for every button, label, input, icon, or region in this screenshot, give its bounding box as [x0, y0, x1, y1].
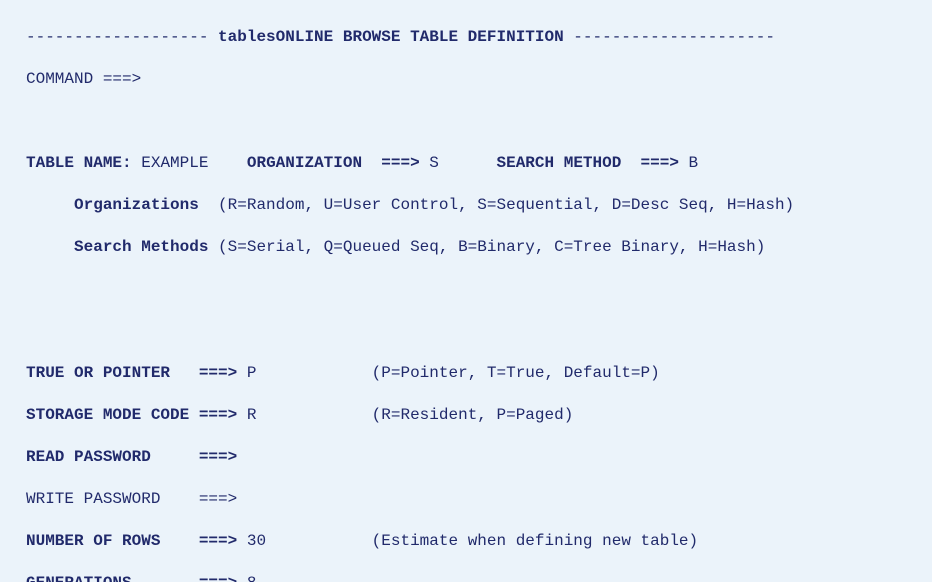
number-of-rows-input[interactable] — [247, 531, 305, 552]
organizations-legend-hint: (R=Random, U=User Control, S=Sequential,… — [199, 196, 794, 214]
command-input[interactable] — [151, 69, 727, 90]
organizations-legend-label: Organizations — [74, 196, 199, 214]
organization-label: ORGANIZATION ===> — [247, 154, 420, 172]
generations-input[interactable] — [247, 573, 305, 582]
storage-mode-input[interactable] — [247, 405, 305, 426]
storage-mode-hint: (R=Resident, P=Paged) — [372, 406, 574, 424]
organization-input[interactable] — [429, 153, 458, 174]
write-password-label: WRITE PASSWORD ===> — [26, 490, 237, 508]
table-name-label: TABLE NAME: — [26, 154, 132, 172]
write-password-input[interactable] — [247, 489, 305, 510]
number-of-rows-label: NUMBER OF ROWS ===> — [26, 532, 237, 550]
true-or-pointer-hint: (P=Pointer, T=True, Default=P) — [372, 364, 660, 382]
table-name-value: EXAMPLE — [141, 154, 208, 172]
number-of-rows-hint: (Estimate when defining new table) — [372, 532, 698, 550]
command-label: COMMAND ===> — [26, 70, 141, 88]
search-method-label: SEARCH METHOD ===> — [497, 154, 679, 172]
read-password-input[interactable] — [247, 447, 305, 468]
header-dash-right: --------------------- — [573, 28, 775, 46]
search-methods-legend-label: Search Methods — [74, 238, 208, 256]
true-or-pointer-label: TRUE OR POINTER ===> — [26, 364, 237, 382]
storage-mode-label: STORAGE MODE CODE ===> — [26, 406, 237, 424]
true-or-pointer-input[interactable] — [247, 363, 305, 384]
search-method-input[interactable] — [689, 153, 718, 174]
search-methods-legend-hint: (S=Serial, Q=Queued Seq, B=Binary, C=Tre… — [208, 238, 765, 256]
read-password-label: READ PASSWORD ===> — [26, 448, 237, 466]
header-dash-left: ------------------- — [26, 28, 208, 46]
generations-label: GENERATIONS ===> — [26, 574, 237, 582]
page-title: tablesONLINE BROWSE TABLE DEFINITION — [208, 28, 573, 46]
